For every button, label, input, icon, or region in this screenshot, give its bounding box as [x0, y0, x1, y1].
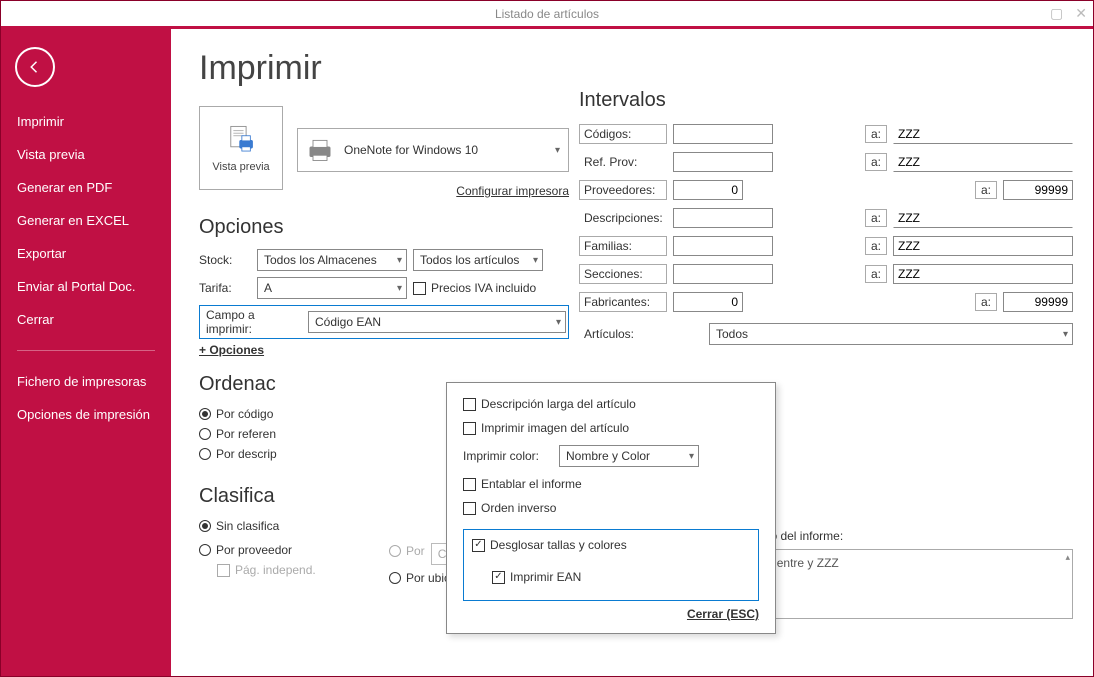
orden-referencia-radio[interactable]: Por referen — [199, 427, 276, 441]
por-cprog-radio[interactable]: Por — [389, 544, 425, 558]
intv-label: Secciones: — [579, 264, 667, 284]
chevron-down-icon: ▾ — [1063, 329, 1068, 340]
close-icon[interactable]: ✕ — [1075, 5, 1087, 22]
restore-icon[interactable]: ▢ — [1050, 5, 1063, 22]
chevron-down-icon: ▾ — [555, 145, 560, 156]
chevron-down-icon: ▾ — [533, 255, 538, 266]
titlebar: Listado de artículos ▢ ✕ — [1, 1, 1093, 29]
a-label: a: — [865, 237, 887, 255]
vista-previa-button[interactable]: Vista previa — [199, 106, 283, 190]
intv-label: Fabricantes: — [579, 292, 667, 312]
popup-close-link[interactable]: Cerrar (ESC) — [463, 607, 759, 621]
intv-to-input[interactable] — [893, 264, 1073, 284]
intv-to-input[interactable] — [1003, 180, 1073, 200]
intv-from-input[interactable] — [673, 236, 773, 256]
intv-to-input[interactable] — [893, 152, 1073, 172]
chevron-down-icon: ▾ — [556, 317, 561, 328]
intv-from-input[interactable] — [673, 152, 773, 172]
iva-checkbox[interactable]: Precios IVA incluido — [413, 281, 536, 295]
campo-label: Campo a imprimir: — [202, 308, 302, 336]
printer-icon — [306, 136, 334, 164]
intv-from-input[interactable] — [673, 292, 743, 312]
entablar-checkbox[interactable]: Entablar el informe — [463, 477, 582, 491]
tarifa-select[interactable]: A▾ — [257, 277, 407, 299]
sidebar: Imprimir Vista previa Generar en PDF Gen… — [1, 29, 171, 676]
sidebar-item-opciones[interactable]: Opciones de impresión — [1, 398, 171, 431]
intv-label: Familias: — [579, 236, 667, 256]
imagen-articulo-checkbox[interactable]: Imprimir imagen del artículo — [463, 421, 629, 435]
sidebar-item-exportar[interactable]: Exportar — [1, 237, 171, 270]
window-title: Listado de artículos — [495, 7, 599, 21]
page-printer-icon — [224, 123, 258, 157]
campo-imprimir-select[interactable]: Código EAN▾ — [308, 311, 566, 333]
intv-to-input[interactable] — [893, 236, 1073, 256]
intervalos-heading: Intervalos — [579, 89, 1073, 112]
scroll-up-icon[interactable]: ▴ — [1065, 552, 1070, 563]
config-printer-link[interactable]: Configurar impresora — [297, 184, 569, 198]
opciones-heading: Opciones — [199, 216, 569, 239]
sidebar-item-cerrar[interactable]: Cerrar — [1, 303, 171, 336]
chevron-down-icon: ▾ — [689, 451, 694, 462]
intv-label: Ref. Prov: — [579, 152, 667, 172]
page-title: Imprimir — [199, 49, 569, 88]
imprimir-color-select[interactable]: Nombre y Color▾ — [559, 445, 699, 467]
vista-previa-label: Vista previa — [212, 161, 269, 173]
articulos-select[interactable]: Todos▾ — [709, 323, 1073, 345]
sidebar-item-portal[interactable]: Enviar al Portal Doc. — [1, 270, 171, 303]
desc-larga-checkbox[interactable]: Descripción larga del artículo — [463, 397, 636, 411]
sidebar-item-imprimir[interactable]: Imprimir — [1, 105, 171, 138]
back-button[interactable] — [15, 47, 55, 87]
imprimir-ean-checkbox[interactable]: Imprimir EAN — [492, 570, 581, 584]
opciones-popup: Descripción larga del artículo Imprimir … — [446, 382, 776, 634]
sidebar-item-pdf[interactable]: Generar en PDF — [1, 171, 171, 204]
intv-to-input[interactable] — [893, 208, 1073, 228]
intv-from-input[interactable] — [673, 264, 773, 284]
sidebar-separator — [17, 350, 155, 351]
orden-inverso-checkbox[interactable]: Orden inverso — [463, 501, 556, 515]
orden-codigo-radio[interactable]: Por código — [199, 407, 273, 421]
sidebar-item-excel[interactable]: Generar en EXCEL — [1, 204, 171, 237]
intv-from-input[interactable] — [673, 208, 773, 228]
printer-name: OneNote for Windows 10 — [344, 143, 478, 157]
orden-descripcion-radio[interactable]: Por descrip — [199, 447, 277, 461]
intv-label: Descripciones: — [579, 208, 667, 228]
intv-from-input[interactable] — [673, 124, 773, 144]
por-proveedor-radio[interactable]: Por proveedor — [199, 543, 292, 557]
a-label: a: — [975, 293, 997, 311]
intv-to-input[interactable] — [893, 124, 1073, 144]
desglosar-checkbox[interactable]: Desglosar tallas y colores — [472, 538, 627, 552]
sidebar-item-fichero[interactable]: Fichero de impresoras — [1, 365, 171, 398]
articulos-label: Artículos: — [579, 324, 667, 344]
intv-label: Códigos: — [579, 124, 667, 144]
a-label: a: — [865, 209, 887, 227]
intv-label: Proveedores: — [579, 180, 667, 200]
stock-label: Stock: — [199, 253, 251, 267]
intv-from-input[interactable] — [673, 180, 743, 200]
a-label: a: — [865, 153, 887, 171]
sin-clasif-radio[interactable]: Sin clasifica — [199, 519, 279, 533]
tarifa-label: Tarifa: — [199, 281, 251, 295]
sidebar-item-vista-previa[interactable]: Vista previa — [1, 138, 171, 171]
stock-articulos-select[interactable]: Todos los artículos▾ — [413, 249, 543, 271]
imprimir-color-label: Imprimir color: — [463, 449, 553, 463]
a-label: a: — [865, 265, 887, 283]
printer-select[interactable]: OneNote for Windows 10 ▾ — [297, 128, 569, 172]
chevron-down-icon: ▾ — [397, 283, 402, 294]
intv-to-input[interactable] — [1003, 292, 1073, 312]
a-label: a: — [975, 181, 997, 199]
arrow-left-icon — [26, 58, 44, 76]
chevron-down-icon: ▾ — [397, 255, 402, 266]
stock-almacen-select[interactable]: Todos los Almacenes▾ — [257, 249, 407, 271]
mas-opciones-link[interactable]: + Opciones — [199, 343, 569, 357]
a-label: a: — [865, 125, 887, 143]
pag-independ-checkbox: Pág. independ. — [217, 563, 316, 577]
